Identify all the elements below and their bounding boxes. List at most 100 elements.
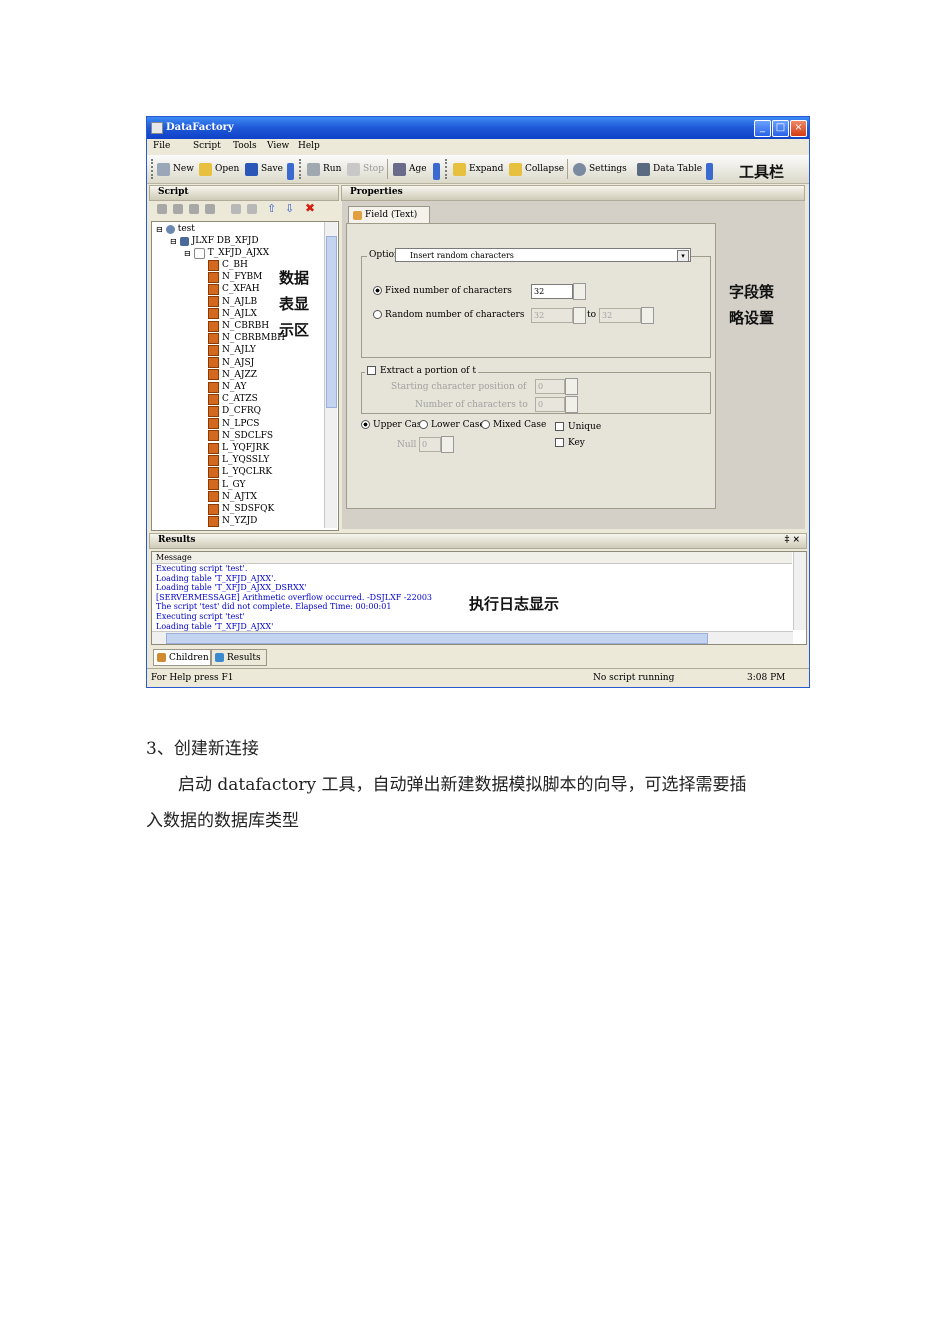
tree-node-field[interactable]: L_GY bbox=[208, 479, 245, 491]
grid-icon[interactable] bbox=[205, 204, 215, 214]
toolbar-grip[interactable] bbox=[445, 159, 449, 179]
unique-checkbox[interactable]: Unique bbox=[555, 422, 601, 432]
menu-script[interactable]: Script bbox=[193, 141, 221, 151]
tree-node-root[interactable]: ⊟ test bbox=[156, 223, 195, 235]
start-position-input[interactable]: 0 bbox=[535, 379, 565, 394]
random-number-radio[interactable]: Random number of characters bbox=[373, 310, 524, 320]
null-spinner[interactable] bbox=[441, 436, 454, 453]
minimize-button[interactable]: _ bbox=[754, 120, 771, 137]
tree-node-db[interactable]: ⊟ JLXF DB_XFJD bbox=[170, 235, 259, 247]
tree-node-field[interactable]: N_AJSJ bbox=[208, 357, 254, 369]
tree-node-field[interactable]: L_YQCLRK bbox=[208, 466, 272, 478]
null-input[interactable]: 0 bbox=[419, 437, 441, 452]
random-to-spinner[interactable] bbox=[641, 307, 654, 324]
fixed-number-spinner[interactable] bbox=[573, 283, 586, 300]
title-bar[interactable]: DataFactory _ □ × bbox=[147, 117, 809, 139]
num-characters-input[interactable]: 0 bbox=[535, 397, 565, 412]
fixed-number-radio[interactable]: Fixed number of characters bbox=[373, 286, 512, 296]
tree-node-field[interactable]: N_AJZZ bbox=[208, 369, 257, 381]
field-icon bbox=[208, 308, 219, 320]
new-button[interactable]: New bbox=[157, 162, 194, 176]
tree-node-field[interactable]: C_XFAH bbox=[208, 283, 260, 295]
lower-case-radio[interactable]: Lower Case bbox=[419, 420, 485, 430]
fixed-number-input[interactable]: 32 bbox=[531, 284, 573, 299]
radio-selected-icon bbox=[361, 420, 370, 429]
tree-node-field[interactable]: L_YQFJRK bbox=[208, 442, 269, 454]
results-hscrollbar[interactable] bbox=[152, 631, 793, 644]
num-characters-spinner[interactable] bbox=[565, 396, 578, 413]
tree-node-field[interactable]: N_CBRBMBH bbox=[208, 332, 285, 344]
stop-button[interactable]: Stop bbox=[347, 162, 384, 176]
delete-icon[interactable]: ✖ bbox=[305, 201, 315, 215]
data-table-button[interactable]: Data Table bbox=[637, 162, 702, 176]
random-from-spinner[interactable] bbox=[573, 307, 586, 324]
expand-button[interactable]: Expand bbox=[453, 162, 503, 176]
tree-node-field[interactable]: N_AJLY bbox=[208, 344, 256, 356]
random-from-input[interactable]: 32 bbox=[531, 308, 573, 323]
age-button[interactable]: Age bbox=[393, 162, 427, 176]
expand-toggle-icon[interactable]: ⊟ bbox=[184, 249, 191, 258]
toolbar-grip[interactable] bbox=[151, 159, 155, 179]
message-column-header[interactable]: Message bbox=[152, 552, 792, 564]
tree-node-field[interactable]: C_ATZS bbox=[208, 393, 258, 405]
results-vscrollbar[interactable] bbox=[793, 552, 806, 630]
toolbar-grip[interactable] bbox=[299, 159, 303, 179]
maximize-button[interactable]: □ bbox=[772, 120, 789, 137]
menu-view[interactable]: View bbox=[267, 141, 289, 151]
grid-icon[interactable] bbox=[173, 204, 183, 214]
tree-node-field[interactable]: N_AJLX bbox=[208, 308, 257, 320]
toolbar-overflow-chevron[interactable] bbox=[287, 163, 294, 180]
tree-node-field[interactable]: N_AJTX bbox=[208, 491, 257, 503]
toolbar-overflow-chevron[interactable] bbox=[706, 163, 713, 180]
expand-toggle-icon[interactable]: ⊟ bbox=[156, 225, 163, 234]
tree-node-field[interactable]: N_YZJD bbox=[208, 515, 257, 527]
open-button[interactable]: Open bbox=[199, 162, 239, 176]
grid-icon[interactable] bbox=[189, 204, 199, 214]
expand-toggle-icon[interactable]: ⊟ bbox=[170, 237, 177, 246]
tree-node-field[interactable]: L_YQSSLY bbox=[208, 454, 269, 466]
tree-node-field[interactable]: N_FYBM bbox=[208, 271, 262, 283]
menu-file[interactable]: File bbox=[153, 141, 170, 151]
tab-results[interactable]: Results bbox=[211, 649, 267, 666]
tree-node-field[interactable]: N_AY bbox=[208, 381, 246, 393]
collapse-button[interactable]: Collapse bbox=[509, 162, 564, 176]
mixed-case-radio[interactable]: Mixed Case bbox=[481, 420, 546, 430]
menu-help[interactable]: Help bbox=[298, 141, 320, 151]
upper-case-radio[interactable]: Upper Case bbox=[361, 420, 427, 430]
tree-node-field[interactable]: N_AJLB bbox=[208, 296, 257, 308]
arrow-up-icon[interactable]: ⇧ bbox=[267, 202, 276, 215]
script-tree-scrollbar[interactable] bbox=[324, 222, 337, 528]
tree-node-field[interactable]: N_SDSFQK bbox=[208, 503, 274, 515]
extract-checkbox[interactable]: Extract a portion of t bbox=[365, 366, 478, 376]
tree-node-field[interactable]: D_CFRQ bbox=[208, 405, 261, 417]
scroll-thumb[interactable] bbox=[326, 236, 337, 408]
toolbar-separator bbox=[567, 159, 568, 179]
tab-field-text[interactable]: Field (Text) bbox=[348, 206, 430, 223]
list-icon[interactable] bbox=[231, 204, 241, 214]
toolbar-overflow-chevron[interactable] bbox=[433, 163, 440, 180]
options-dropdown[interactable]: Insert random characters ▾ bbox=[395, 248, 691, 262]
key-checkbox[interactable]: Key bbox=[555, 438, 585, 448]
settings-button[interactable]: Settings bbox=[573, 162, 627, 176]
arrow-down-icon[interactable]: ⇩ bbox=[285, 202, 294, 215]
tree-node-field[interactable]: N_CBRBH bbox=[208, 320, 269, 332]
list-icon[interactable] bbox=[247, 204, 257, 214]
menu-tools[interactable]: Tools bbox=[233, 141, 257, 151]
random-to-input[interactable]: 32 bbox=[599, 308, 641, 323]
radio-selected-icon bbox=[373, 286, 382, 295]
save-button[interactable]: Save bbox=[245, 162, 283, 176]
tree-node-table[interactable]: ⊟ T_XFJD_AJXX bbox=[184, 247, 269, 259]
field-icon bbox=[208, 332, 219, 344]
run-button[interactable]: Run bbox=[307, 162, 341, 176]
calendar-icon bbox=[393, 162, 406, 176]
tree-node-field[interactable]: N_LPCS bbox=[208, 418, 259, 430]
pin-close-icons[interactable]: ‡ × bbox=[785, 535, 800, 545]
close-button[interactable]: × bbox=[790, 120, 807, 137]
tree-node-field[interactable]: N_SDCLFS bbox=[208, 430, 273, 442]
tree-node-field[interactable]: C_BH bbox=[208, 259, 248, 271]
scroll-thumb[interactable] bbox=[166, 633, 708, 644]
start-position-spinner[interactable] bbox=[565, 378, 578, 395]
grid-icon[interactable] bbox=[157, 204, 167, 214]
tab-children[interactable]: Children bbox=[153, 649, 211, 666]
chevron-down-icon[interactable]: ▾ bbox=[677, 250, 689, 262]
